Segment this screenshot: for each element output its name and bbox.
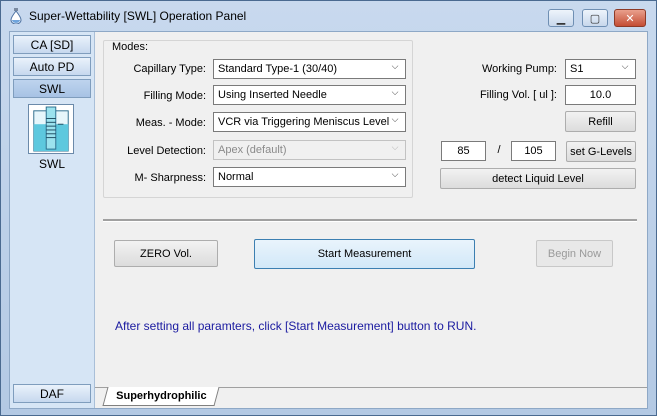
minimize-icon: ▁	[556, 11, 566, 25]
maximize-icon: ▢	[589, 11, 601, 25]
begin-now-button: Begin Now	[536, 240, 613, 267]
nav-ca-sd[interactable]: CA [SD]	[13, 35, 91, 54]
maximize-button[interactable]: ▢	[582, 9, 608, 27]
app-icon	[10, 8, 22, 24]
level-separator: /	[497, 144, 501, 156]
filling-mode-select[interactable]: Using Inserted Needle ⌵	[213, 85, 406, 105]
title-bar: Super-Wettability [SWL] Operation Panel …	[1, 1, 656, 31]
refill-button[interactable]: Refill	[565, 111, 636, 132]
chevron-down-icon: ⌵	[391, 143, 399, 153]
chevron-down-icon: ⌵	[391, 88, 399, 98]
nav-swl[interactable]: SWL	[13, 79, 91, 98]
set-g-levels-button[interactable]: set G-Levels	[566, 141, 636, 162]
close-button[interactable]: ✕	[614, 9, 646, 27]
instruction-message: After setting all paramters, click [Star…	[115, 319, 477, 333]
modes-group-title: Modes:	[111, 41, 150, 53]
window-title: Super-Wettability [SWL] Operation Panel	[29, 9, 247, 23]
meas-mode-value: VCR via Triggering Meniscus Level	[218, 116, 390, 128]
client-area: CA [SD] Auto PD SWL SWL DAF Modes: Capil…	[9, 31, 648, 409]
chevron-down-icon: ⌵	[391, 115, 399, 125]
m-sharpness-label: M- Sharpness:	[134, 172, 206, 184]
meas-mode-label: Meas. - Mode:	[135, 117, 206, 129]
filling-mode-value: Using Inserted Needle	[218, 89, 327, 101]
zero-vol-button[interactable]: ZERO Vol.	[114, 240, 218, 267]
main-window: Super-Wettability [SWL] Operation Panel …	[0, 0, 657, 416]
level-detection-value: Apex (default)	[218, 144, 287, 156]
main-panel: Modes: Capillary Type: Standard Type-1 (…	[95, 32, 647, 408]
chevron-down-icon: ⌵	[391, 62, 399, 72]
level-detection-select: Apex (default) ⌵	[213, 140, 406, 160]
swl-capillary-icon[interactable]	[28, 104, 74, 154]
level-detection-label: Level Detection:	[127, 145, 206, 157]
capillary-type-value: Standard Type-1 (30/40)	[218, 63, 338, 75]
nav-daf[interactable]: DAF	[13, 384, 91, 403]
left-nav: CA [SD] Auto PD SWL SWL DAF	[10, 32, 95, 408]
tab-strip: Superhydrophilic	[95, 387, 647, 409]
working-pump-select[interactable]: S1 ⌵	[565, 59, 636, 79]
capillary-type-label: Capillary Type:	[133, 63, 206, 75]
close-icon: ✕	[625, 11, 635, 25]
tab-superhydrophilic[interactable]: Superhydrophilic	[102, 387, 221, 406]
m-sharpness-select[interactable]: Normal ⌵	[213, 167, 406, 187]
swl-image-label: SWL	[38, 157, 65, 171]
working-pump-value: S1	[570, 63, 584, 75]
m-sharpness-value: Normal	[218, 171, 254, 183]
meas-mode-select[interactable]: VCR via Triggering Meniscus Level ⌵	[213, 112, 406, 132]
level-low-input[interactable]: 85	[441, 141, 486, 161]
start-measurement-button[interactable]: Start Measurement	[254, 239, 475, 269]
detect-liquid-level-button[interactable]: detect Liquid Level	[440, 168, 636, 189]
filling-vol-input[interactable]: 10.0	[565, 85, 636, 105]
working-pump-label: Working Pump:	[482, 63, 557, 75]
level-high-input[interactable]: 105	[511, 141, 556, 161]
nav-auto-pd[interactable]: Auto PD	[13, 57, 91, 76]
filling-vol-label: Filling Vol. [ ul ]:	[479, 89, 557, 101]
chevron-down-icon: ⌵	[621, 62, 629, 72]
minimize-button[interactable]: ▁	[548, 9, 574, 27]
capillary-type-select[interactable]: Standard Type-1 (30/40) ⌵	[213, 59, 406, 79]
separator-line	[103, 219, 637, 222]
tab-label: Superhydrophilic	[116, 390, 207, 402]
filling-mode-label: Filling Mode:	[143, 90, 206, 102]
chevron-down-icon: ⌵	[391, 170, 399, 180]
